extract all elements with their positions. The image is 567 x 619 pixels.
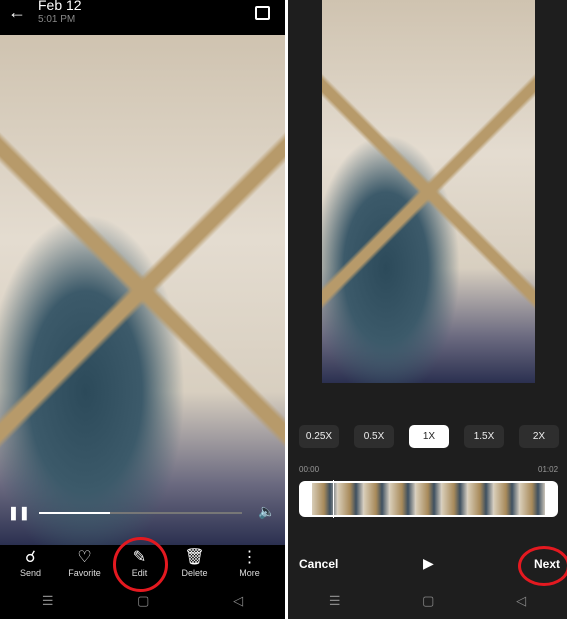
heart-icon: ♡ (77, 549, 92, 566)
play-button[interactable]: ▶ (423, 555, 434, 572)
video-preview[interactable] (322, 0, 535, 383)
back-nav-icon[interactable]: ◁ (516, 593, 526, 609)
home-icon[interactable]: ▢ (422, 593, 434, 609)
seek-bar[interactable] (39, 512, 242, 514)
start-time: 00:00 (299, 465, 320, 474)
more-button[interactable]: ⋮ More (221, 548, 278, 578)
video-time: 5:01 PM (38, 14, 76, 25)
pause-button[interactable]: ❚❚ (8, 505, 30, 521)
speed-2x[interactable]: 2X (519, 425, 559, 448)
video-viewer-screen: ← Feb 12 5:01 PM ❚❚ 🔈 ☌ Send ♡ Favorite ✎ E… (0, 0, 285, 619)
recents-icon[interactable]: ☰ (329, 593, 341, 609)
more-icon: ⋮ (241, 549, 258, 566)
cancel-button[interactable]: Cancel (299, 557, 338, 571)
playhead[interactable] (333, 480, 334, 518)
video-date: Feb 12 (38, 0, 82, 13)
delete-button[interactable]: 🗑 Delete (166, 548, 223, 578)
end-time: 01:02 (538, 465, 559, 474)
seek-progress (39, 512, 111, 514)
speed-0.5x[interactable]: 0.5X (354, 425, 394, 448)
video-frame[interactable] (0, 35, 285, 545)
volume-icon[interactable]: 🔈 (258, 503, 275, 520)
recents-icon[interactable]: ☰ (42, 593, 54, 609)
back-nav-icon[interactable]: ◁ (233, 593, 243, 609)
timeline-thumbnails (312, 483, 545, 515)
home-icon[interactable]: ▢ (137, 593, 149, 609)
speed-0.25x[interactable]: 0.25X (299, 425, 339, 448)
timeline-strip[interactable] (299, 480, 558, 518)
send-button[interactable]: ☌ Send (2, 548, 59, 578)
favorite-button[interactable]: ♡ Favorite (56, 548, 113, 578)
speed-1.5x[interactable]: 1.5X (464, 425, 504, 448)
back-button[interactable]: ← (8, 2, 26, 23)
speed-1x[interactable]: 1X (409, 425, 449, 448)
system-nav-bar: ☰ ▢ ◁ (288, 583, 567, 619)
share-icon: ☌ (25, 549, 36, 566)
trash-icon: 🗑 (184, 549, 205, 566)
next-highlight-circle (518, 546, 567, 586)
system-nav-bar: ☰ ▢ ◁ (0, 583, 285, 619)
video-speed-editor: 0.25X 0.5X 1X 1.5X 2X 00:00 01:02 Cancel… (288, 0, 567, 619)
screenshot-icon[interactable] (255, 6, 270, 20)
